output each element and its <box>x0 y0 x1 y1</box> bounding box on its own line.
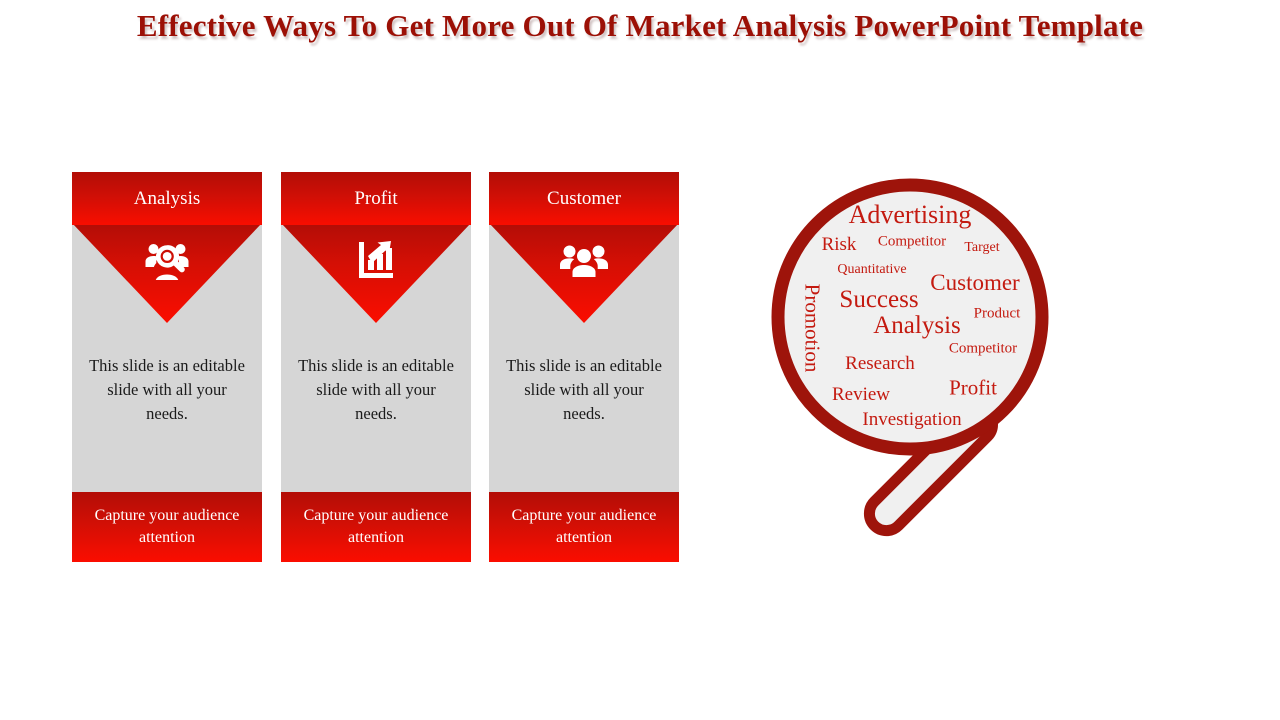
card-footer-text: Capture your audience attention <box>489 492 679 562</box>
feature-card[interactable]: Profit This slide is an editable slide w… <box>281 172 471 562</box>
word-cloud-term: Target <box>964 240 1000 255</box>
people-group-icon <box>489 234 679 286</box>
feature-card[interactable]: Analysis This slide is an editable slide… <box>72 172 262 562</box>
word-cloud-term: Review <box>831 384 891 405</box>
growth-chart-icon <box>281 234 471 286</box>
card-header-title: Customer <box>489 172 679 225</box>
word-cloud-term: Investigation <box>862 409 962 430</box>
word-cloud-term: Promotion <box>800 283 825 373</box>
word-cloud-term: Competitor <box>948 340 1018 357</box>
word-cloud-term: Success <box>839 286 919 313</box>
word-cloud-term: Customer <box>930 270 1020 295</box>
feature-card[interactable]: Customer This slide is an editable slide… <box>489 172 679 562</box>
card-body-text: This slide is an editable slide with all… <box>298 356 454 423</box>
word-cloud-term: Competitor <box>877 233 947 250</box>
word-cloud-term: Research <box>845 353 915 374</box>
card-header-title: Profit <box>281 172 471 225</box>
card-footer-text: Capture your audience attention <box>72 492 262 562</box>
people-search-icon <box>72 234 262 286</box>
word-cloud-term: Product <box>973 305 1021 322</box>
word-cloud-term: Advertising <box>848 200 972 229</box>
word-cloud-term: Quantitative <box>837 262 907 277</box>
magnifying-glass-icon: Advertising Risk Competitor Target Quantitat… <box>755 165 1175 575</box>
card-header-title: Analysis <box>72 172 262 225</box>
word-cloud-term: Risk <box>821 234 857 255</box>
page-title: Effective Ways To Get More Out Of Market… <box>136 8 1144 43</box>
card-footer-text: Capture your audience attention <box>281 492 471 562</box>
word-cloud-term: Analysis <box>873 312 961 339</box>
card-body-text: This slide is an editable slide with all… <box>89 356 245 423</box>
word-cloud-term: Profit <box>949 375 997 400</box>
card-body-text: This slide is an editable slide with all… <box>506 356 662 423</box>
